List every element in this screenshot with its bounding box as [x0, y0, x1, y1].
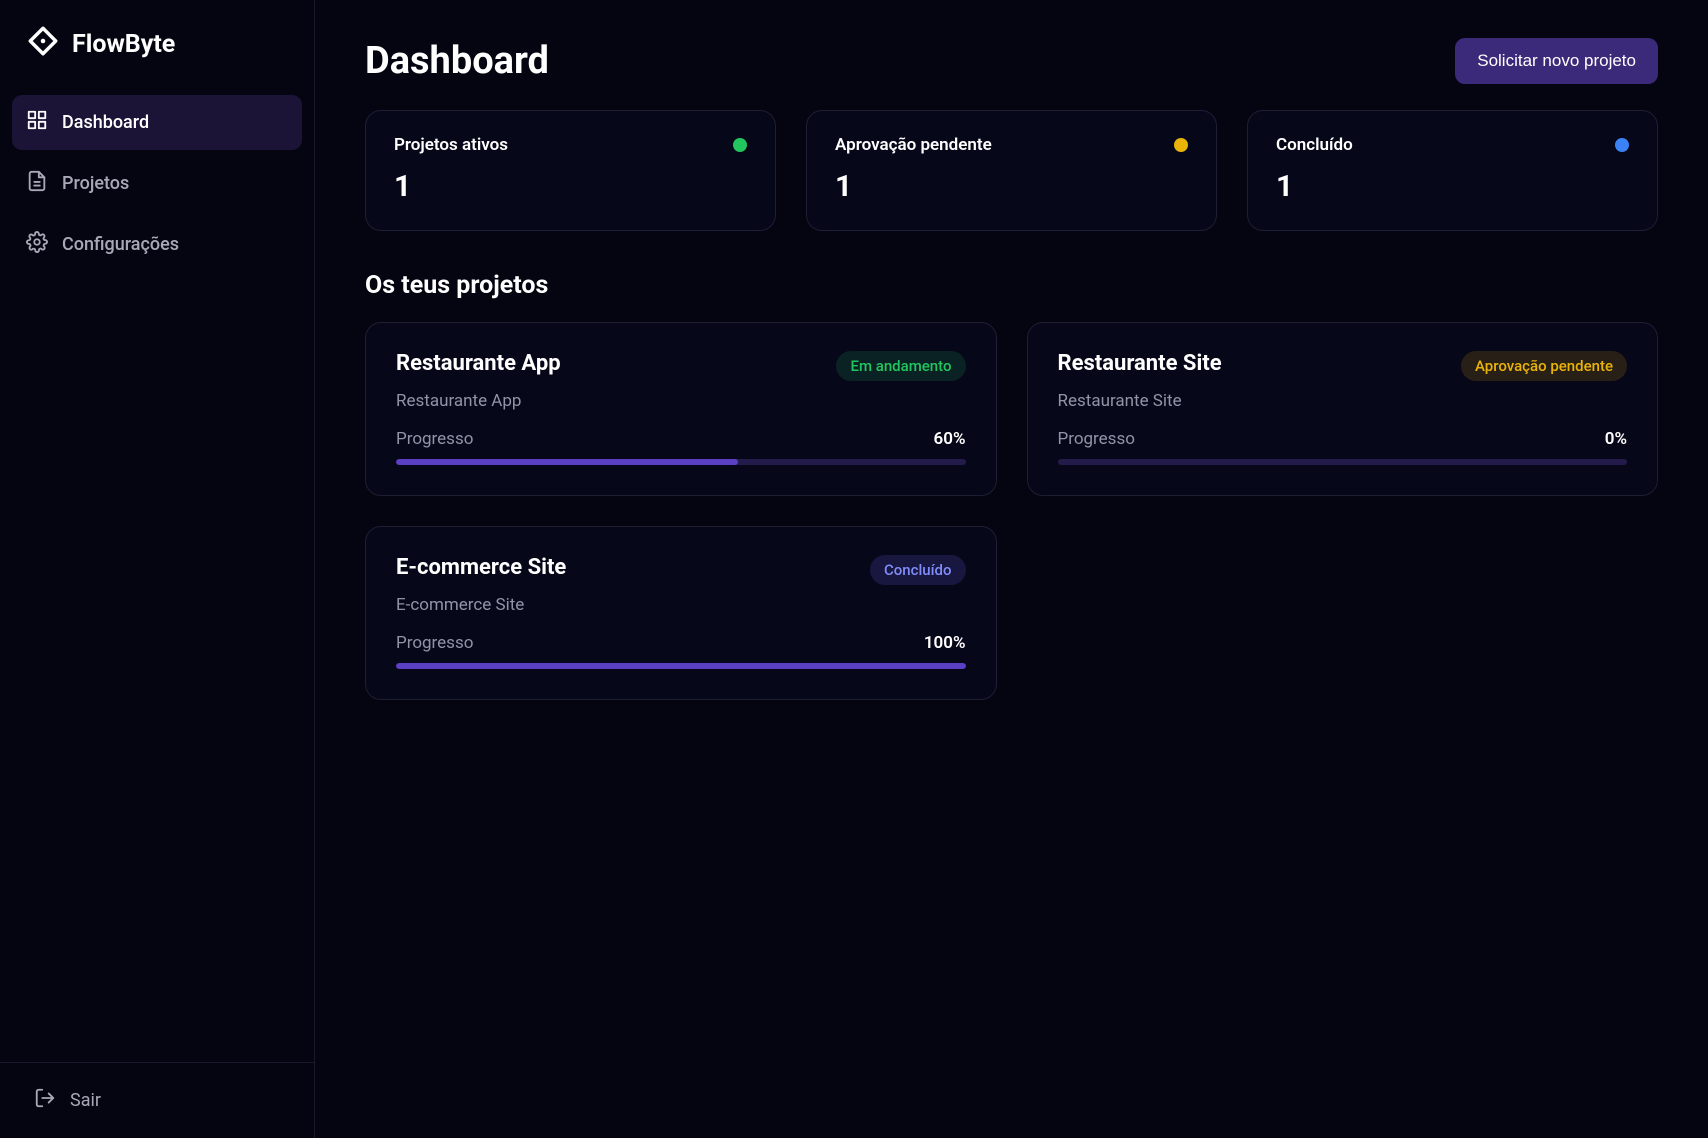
progress-bar: [396, 459, 966, 465]
stat-label: Aprovação pendente: [835, 135, 992, 155]
project-card[interactable]: Restaurante Site Aprovação pendente Rest…: [1027, 322, 1659, 496]
status-dot-icon: [733, 138, 747, 152]
progress-bar: [1058, 459, 1628, 465]
progress-value: 60%: [934, 429, 966, 449]
status-badge: Aprovação pendente: [1461, 351, 1627, 381]
project-card[interactable]: Restaurante App Em andamento Restaurante…: [365, 322, 997, 496]
progress-value: 0%: [1605, 429, 1627, 449]
project-title: Restaurante Site: [1058, 351, 1222, 376]
stat-card-active: Projetos ativos 1: [365, 110, 776, 231]
dashboard-icon: [26, 109, 48, 136]
project-card[interactable]: E-commerce Site Concluído E-commerce Sit…: [365, 526, 997, 700]
page-title: Dashboard: [365, 39, 549, 83]
progress-value: 100%: [924, 633, 966, 653]
progress-bar-fill: [396, 663, 966, 669]
gear-icon: [26, 231, 48, 258]
project-subtitle: Restaurante Site: [1058, 391, 1628, 411]
progress-bar: [396, 663, 966, 669]
sidebar: FlowByte Dashboard Projetos: [0, 0, 315, 1138]
status-badge: Em andamento: [836, 351, 965, 381]
status-dot-icon: [1174, 138, 1188, 152]
sidebar-item-label: Projetos: [62, 173, 129, 194]
stat-card-done: Concluído 1: [1247, 110, 1658, 231]
main-content: Dashboard Solicitar novo projeto Projeto…: [315, 0, 1708, 1138]
stat-card-pending: Aprovação pendente 1: [806, 110, 1217, 231]
projects-section-title: Os teus projetos: [365, 271, 1658, 300]
sidebar-item-settings[interactable]: Configurações: [12, 217, 302, 272]
brand: FlowByte: [0, 0, 314, 87]
project-title: E-commerce Site: [396, 555, 566, 580]
stat-label: Projetos ativos: [394, 135, 508, 155]
project-subtitle: Restaurante App: [396, 391, 966, 411]
project-title: Restaurante App: [396, 351, 561, 376]
sidebar-item-dashboard[interactable]: Dashboard: [12, 95, 302, 150]
logout-button[interactable]: Sair: [12, 1073, 302, 1128]
projects-grid: Restaurante App Em andamento Restaurante…: [365, 322, 1658, 700]
page-header: Dashboard Solicitar novo projeto: [365, 38, 1658, 84]
stats-row: Projetos ativos 1 Aprovação pendente 1 C…: [365, 110, 1658, 231]
sidebar-nav: Dashboard Projetos Configurações: [0, 87, 314, 1062]
stat-value: 1: [835, 169, 1188, 204]
progress-label: Progresso: [1058, 429, 1135, 449]
status-dot-icon: [1615, 138, 1629, 152]
logout-icon: [34, 1087, 56, 1114]
stat-value: 1: [394, 169, 747, 204]
sidebar-item-label: Configurações: [62, 234, 179, 255]
sidebar-item-label: Dashboard: [62, 112, 149, 133]
sidebar-footer: Sair: [0, 1062, 314, 1138]
progress-label: Progresso: [396, 429, 473, 449]
progress-bar-fill: [396, 459, 738, 465]
progress-label: Progresso: [396, 633, 473, 653]
project-subtitle: E-commerce Site: [396, 595, 966, 615]
file-icon: [26, 170, 48, 197]
stat-value: 1: [1276, 169, 1629, 204]
sidebar-item-projects[interactable]: Projetos: [12, 156, 302, 211]
stat-label: Concluído: [1276, 135, 1353, 155]
brand-logo-icon: [26, 24, 60, 65]
brand-name: FlowByte: [72, 30, 175, 59]
logout-label: Sair: [70, 1090, 101, 1111]
new-project-button[interactable]: Solicitar novo projeto: [1455, 38, 1658, 84]
status-badge: Concluído: [870, 555, 966, 585]
